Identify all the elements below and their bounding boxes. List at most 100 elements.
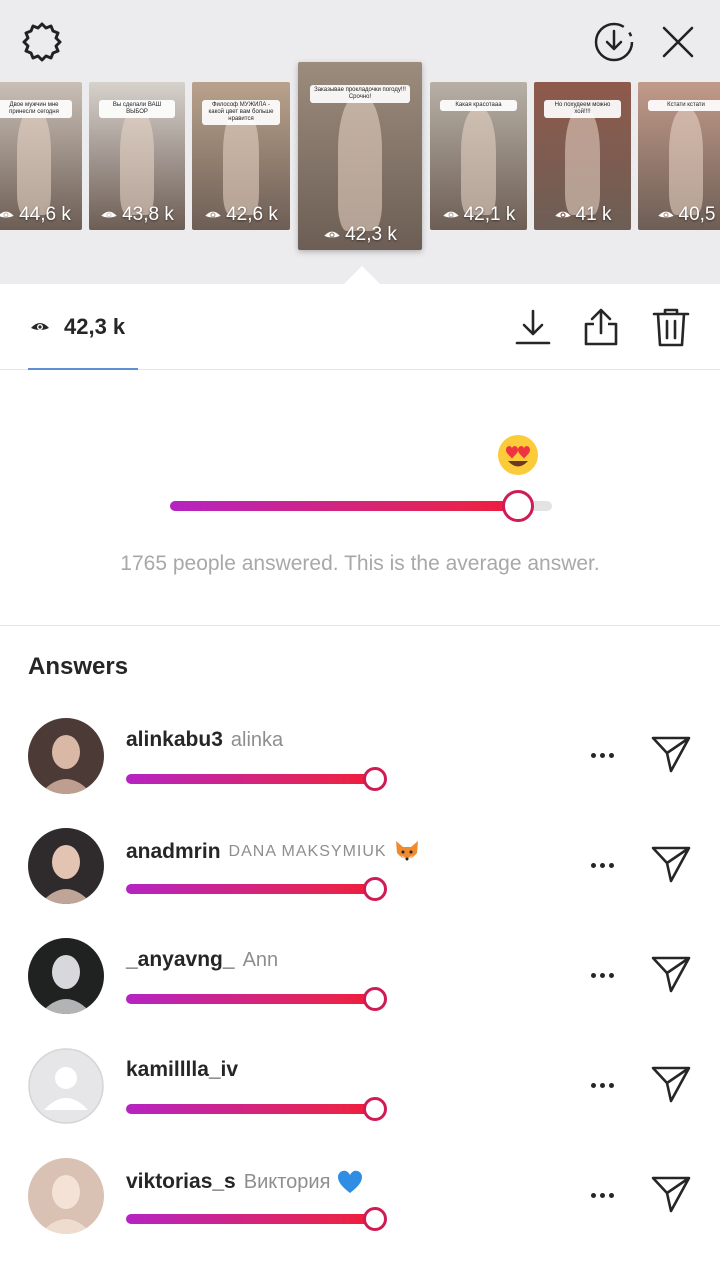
send-message-button[interactable] [646, 952, 696, 996]
download-circle-icon [594, 22, 634, 62]
answer-slider-fill [126, 884, 375, 894]
more-dot [608, 1192, 614, 1198]
avatar[interactable] [28, 718, 104, 794]
story-views-count: 42,3 k [345, 224, 397, 245]
selection-caret [344, 266, 380, 284]
username[interactable]: kamilllla_iv [126, 1058, 238, 1082]
story-views: 40,5 [638, 204, 720, 226]
story-views-count: 42,6 k [226, 204, 278, 225]
story-caption: Кстати кстати [647, 99, 720, 111]
story-caption: Какая красотааа [439, 99, 518, 111]
gear-icon [22, 22, 62, 62]
avatar-photo [28, 718, 104, 794]
full-name: alinka [230, 728, 284, 751]
answer-user: viktorias_s Виктория [126, 1168, 364, 1196]
answer-slider-knob [362, 987, 387, 1011]
answer-row[interactable]: _anyavng_ Ann [0, 938, 720, 1048]
answer-slider-knob [362, 1207, 387, 1231]
more-options-button[interactable] [580, 740, 624, 770]
story-views-count: 44,6 k [19, 204, 71, 225]
answer-user: anadmrin DANA MAKSYMIUK [126, 838, 421, 866]
answer-row[interactable]: viktorias_s Виктория [0, 1158, 720, 1268]
close-button[interactable] [652, 16, 704, 68]
story-views: 41 k [534, 204, 631, 226]
story-views: 42,3 k [298, 224, 422, 246]
answers-heading: Answers [28, 653, 129, 680]
story-thumbnail[interactable]: Кстати кстати 40,5 [638, 82, 720, 230]
settings-button[interactable] [16, 16, 68, 68]
answer-user: _anyavng_ Ann [126, 948, 278, 972]
more-options-button[interactable] [580, 850, 624, 880]
story-thumbnail[interactable]: Двое мужчин мне принесли сегодня 44,6 k [0, 82, 82, 230]
share-icon [584, 308, 618, 346]
username[interactable]: viktorias_s [126, 1170, 236, 1194]
answer-slider-knob [362, 1097, 387, 1121]
avatar-photo [28, 828, 104, 904]
story-views: 42,6 k [192, 204, 290, 226]
eye-icon [205, 211, 221, 218]
fox-emoji [395, 841, 418, 861]
answer-row[interactable]: anadmrin DANA MAKSYMIUK [0, 828, 720, 938]
eye-icon [657, 211, 674, 218]
answer-slider-fill [126, 1104, 375, 1114]
story-views-count: 41 k [575, 204, 612, 225]
username[interactable]: anadmrin [126, 840, 221, 864]
direct-send-icon [651, 1176, 691, 1213]
send-message-button[interactable] [646, 732, 696, 776]
direct-send-icon [651, 846, 691, 883]
answer-slider [126, 987, 388, 1011]
more-dot [608, 752, 614, 758]
more-dot [608, 862, 614, 868]
answer-row[interactable]: kamilllla_iv [0, 1048, 720, 1158]
story-thumbnail[interactable]: Заказывае прокладочки погоду!!! Срочно! 4… [298, 62, 422, 250]
story-caption: Двое мужчин мне принесли сегодня [0, 99, 73, 118]
story-thumbnail[interactable]: Философ МУЖИЛА - какой цвет вам больше н… [192, 82, 290, 230]
more-options-button[interactable] [580, 1070, 624, 1100]
more-dot [599, 1192, 605, 1198]
answer-row[interactable]: alinkabu3 alinka [0, 718, 720, 828]
viewer-bar: 42,3 k [0, 284, 720, 370]
username[interactable]: alinkabu3 [126, 728, 223, 752]
more-horizontal-icon [590, 1082, 596, 1088]
full-name: DANA MAKSYMIUK [228, 843, 387, 860]
story-figure [337, 95, 383, 232]
story-caption: Вы сделали ВАШ ВЫБОР [98, 99, 176, 118]
story-caption: Но похудеем можно хой!!!! [543, 99, 622, 118]
slider-result: 1765 people answered. This is the averag… [0, 370, 720, 626]
more-options-button[interactable] [580, 960, 624, 990]
save-story-button[interactable] [588, 16, 640, 68]
download-button[interactable] [510, 304, 556, 350]
more-dot [608, 1082, 614, 1088]
story-thumbnail[interactable]: Но похудеем можно хой!!!! 41 k [534, 82, 631, 230]
answer-slider-knob [362, 767, 387, 791]
story-thumbnail[interactable]: Вы сделали ВАШ ВЫБОР 43,8 k [89, 82, 185, 230]
more-dot [599, 972, 605, 978]
views-tab[interactable]: 42,3 k [28, 284, 138, 370]
more-horizontal-icon [590, 1192, 596, 1198]
share-button[interactable] [578, 304, 624, 350]
download-icon [515, 309, 551, 345]
send-message-button[interactable] [646, 1172, 696, 1216]
send-message-button[interactable] [646, 1062, 696, 1106]
result-summary: 1765 people answered. This is the averag… [120, 552, 600, 575]
avatar[interactable] [28, 938, 104, 1014]
story-caption: Философ МУЖИЛА - какой цвет вам больше н… [201, 99, 281, 125]
username[interactable]: _anyavng_ [126, 948, 235, 972]
send-message-button[interactable] [646, 842, 696, 886]
answer-slider-knob [362, 877, 387, 901]
eye-icon [554, 211, 571, 218]
default-avatar-icon [28, 1048, 104, 1124]
avatar[interactable] [28, 1048, 104, 1124]
views-count: 42,3 k [64, 314, 126, 339]
more-options-button[interactable] [580, 1180, 624, 1210]
eye-icon [324, 231, 340, 238]
answer-slider-fill [126, 994, 375, 1004]
story-views-count: 43,8 k [122, 204, 174, 225]
story-strip-area: Двое мужчин мне принесли сегодня 44,6 k Вы… [0, 0, 720, 284]
avatar[interactable] [28, 828, 104, 904]
average-slider-knob [501, 490, 534, 522]
full-name: Ann [242, 948, 279, 971]
story-thumbnail[interactable]: Какая красотааа 42,1 k [430, 82, 527, 230]
delete-button[interactable] [648, 304, 694, 350]
avatar[interactable] [28, 1158, 104, 1234]
